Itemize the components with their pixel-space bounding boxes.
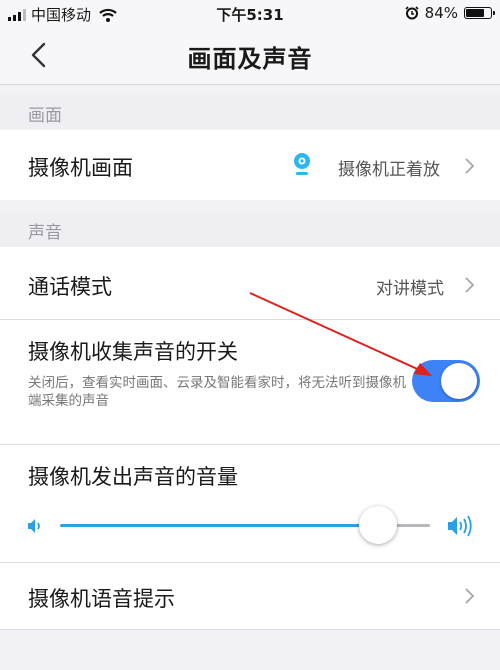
nav-bar: 画面及声音	[0, 26, 500, 85]
chevron-right-icon	[465, 158, 475, 174]
chevron-right-icon	[465, 588, 475, 604]
section-header-label: 画面	[28, 106, 62, 126]
row-label: 摄像机语音提示	[28, 587, 175, 611]
row-label: 摄像机发出声音的音量	[28, 465, 238, 489]
volume-high-icon	[448, 515, 472, 537]
row-label: 通话模式	[28, 275, 112, 299]
sound-capture-description: 关闭后，查看实时画面、云录及智能看家时，将无法听到摄像机端采集的声音	[28, 375, 406, 409]
volume-slider-knob[interactable]	[359, 506, 398, 544]
page-title: 画面及声音	[187, 45, 313, 73]
row-label: 摄像机收集声音的开关	[28, 340, 238, 364]
battery-percent: 84%	[424, 4, 458, 22]
status-bar: 中国移动 下午5:31 84%	[0, 0, 500, 26]
row-label: 摄像机画面	[28, 156, 133, 180]
sound-capture-toggle[interactable]	[412, 360, 480, 402]
volume-slider-fill[interactable]	[60, 524, 379, 527]
section-header-sound: 声音	[0, 212, 500, 246]
row-value: 摄像机正着放	[338, 160, 440, 180]
chevron-right-icon	[465, 277, 475, 293]
section-header-picture: 画面	[0, 95, 500, 129]
divider	[0, 629, 500, 630]
alarm-icon	[405, 6, 419, 20]
toggle-knob[interactable]	[441, 363, 477, 399]
row-call-mode[interactable]: 通话模式 对讲模式	[0, 247, 500, 319]
volume-low-icon	[28, 519, 40, 533]
row-value: 对讲模式	[376, 279, 444, 299]
status-right: 84%	[405, 4, 495, 22]
row-volume: 摄像机发出声音的音量	[0, 445, 500, 562]
row-voice-prompt[interactable]: 摄像机语音提示	[0, 563, 500, 629]
section-header-label: 声音	[28, 223, 62, 243]
row-camera-picture[interactable]: 摄像机画面 摄像机正着放	[0, 130, 500, 200]
battery-icon	[464, 7, 495, 19]
camera-icon	[294, 153, 310, 175]
